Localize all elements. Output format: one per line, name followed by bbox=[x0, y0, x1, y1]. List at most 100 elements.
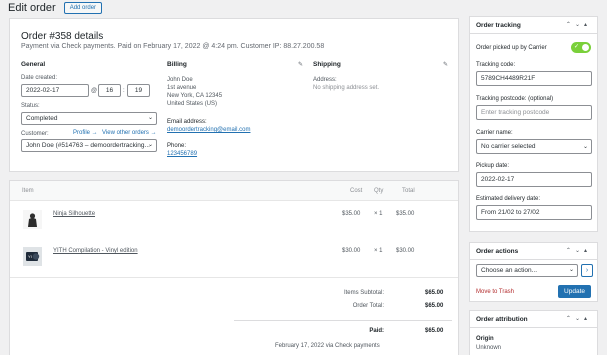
panel-controls[interactable]: ⌃⌄▴ bbox=[566, 247, 591, 254]
subtotal-label: Items Subtotal: bbox=[343, 290, 384, 296]
carrier-value: No carrier selected bbox=[481, 143, 536, 150]
chevron-up-icon[interactable]: ⌃ bbox=[566, 248, 575, 254]
product-thumbnail: YI bbox=[23, 247, 42, 266]
check-icon: ✓ bbox=[574, 44, 580, 50]
chevron-down-icon[interactable]: ⌄ bbox=[575, 316, 584, 322]
tracking-code-input[interactable]: 5789CH4489R21F bbox=[476, 71, 592, 86]
picked-up-label: Order picked up by Carrier bbox=[476, 45, 547, 51]
panel-controls[interactable]: ⌃⌄▴ bbox=[566, 21, 591, 28]
order-title: Order #358 details bbox=[21, 31, 104, 42]
panel-title: Order actions bbox=[476, 247, 519, 255]
chevron-down-icon: ⌄ bbox=[568, 267, 574, 273]
totals-divider bbox=[234, 320, 452, 321]
profile-link[interactable]: Profile → bbox=[73, 130, 98, 136]
delivery-date-input[interactable]: From 21/02 to 27/02 bbox=[476, 205, 592, 220]
status-select[interactable]: Completed ⌄ bbox=[21, 112, 157, 125]
date-created-label: Date created: bbox=[21, 75, 58, 81]
customer-value: John Doe (#514763 – demoordertracking... bbox=[26, 142, 150, 149]
caret-up-icon[interactable]: ▴ bbox=[584, 22, 591, 28]
carrier-select[interactable]: No carrier selected ⌄ bbox=[476, 139, 592, 154]
general-heading: General bbox=[21, 61, 46, 68]
col-total: Total bbox=[402, 188, 415, 194]
update-button[interactable]: Update bbox=[558, 285, 591, 298]
paid-note: February 17, 2022 via Check payments bbox=[275, 343, 380, 349]
shipping-address-label: Address: bbox=[313, 77, 337, 83]
order-actions-panel: Order actions ⌃⌄▴ Choose an action... ⌄ … bbox=[469, 242, 598, 302]
minute-value: 19 bbox=[134, 87, 143, 94]
order-attribution-header: Order attribution ⌃⌄▴ bbox=[470, 311, 597, 328]
chevron-down-icon[interactable]: ⌄ bbox=[575, 248, 584, 254]
chevron-up-icon[interactable]: ⌃ bbox=[566, 316, 575, 322]
page-title: Edit order bbox=[8, 2, 56, 14]
caret-up-icon[interactable]: ▴ bbox=[584, 248, 591, 254]
date-created-field[interactable]: 2022-02-17 bbox=[21, 84, 89, 97]
col-cost: Cost bbox=[350, 188, 363, 194]
edit-billing-pencil-icon[interactable]: ✎ bbox=[298, 61, 303, 68]
paid-value: $65.00 bbox=[425, 328, 444, 334]
add-order-button[interactable]: Add order bbox=[63, 2, 103, 14]
chevron-right-icon: › bbox=[585, 267, 589, 274]
order-subtitle: Payment via Check payments. Paid on Febr… bbox=[21, 43, 325, 50]
order-action-value: Choose an action... bbox=[481, 267, 538, 274]
hour-field[interactable]: 16 bbox=[98, 84, 121, 97]
edit-shipping-pencil-icon[interactable]: ✎ bbox=[443, 61, 448, 68]
paid-label: Paid: bbox=[369, 328, 384, 334]
date-created-value: 2022-02-17 bbox=[26, 87, 60, 94]
order-items-panel: Item Cost Qty Total Ninja Silhouette $35… bbox=[9, 180, 459, 355]
tracking-postcode-input[interactable]: Enter tracking postcode bbox=[476, 105, 592, 120]
order-tracking-panel: Order tracking ⌃⌄▴ Order picked up by Ca… bbox=[469, 16, 598, 232]
billing-address-line: New York, CA 12345 bbox=[167, 93, 223, 99]
billing-heading: Billing bbox=[167, 61, 187, 68]
item-qty: × 1 bbox=[374, 211, 383, 217]
picked-up-toggle[interactable]: ✓ bbox=[571, 42, 591, 53]
time-colon: : bbox=[123, 88, 125, 94]
pickup-date-input[interactable]: 2022-02-17 bbox=[476, 172, 592, 187]
customer-select[interactable]: John Doe (#514763 – demoordertracking...… bbox=[21, 139, 157, 152]
svg-text:YI: YI bbox=[28, 254, 32, 259]
items-divider bbox=[10, 277, 458, 278]
tracking-code-label: Tracking code: bbox=[476, 62, 516, 68]
panel-title: Order attribution bbox=[476, 315, 528, 323]
phone-label: Phone: bbox=[167, 143, 187, 149]
tracking-postcode-label: Tracking postcode: (optional) bbox=[476, 96, 554, 102]
order-action-select[interactable]: Choose an action... ⌄ bbox=[476, 264, 578, 277]
apply-action-button[interactable]: › bbox=[581, 264, 593, 277]
order-tracking-header: Order tracking ⌃⌄▴ bbox=[470, 17, 597, 34]
status-label: Status: bbox=[21, 103, 40, 109]
order-actions-header: Order actions ⌃⌄▴ bbox=[470, 243, 597, 260]
billing-address-line: John Doe bbox=[167, 77, 193, 83]
origin-label: Origin bbox=[476, 336, 494, 342]
subtotal-value: $65.00 bbox=[425, 290, 444, 296]
move-to-trash-link[interactable]: Move to Trash bbox=[476, 289, 514, 295]
chevron-down-icon: ⌄ bbox=[147, 142, 153, 148]
panel-title: Order tracking bbox=[476, 21, 521, 29]
item-total: $30.00 bbox=[396, 248, 415, 254]
chevron-down-icon: ⌄ bbox=[582, 144, 588, 150]
order-total-label: Order Total: bbox=[352, 303, 384, 309]
email-link[interactable]: demoordertracking@email.com bbox=[167, 127, 250, 133]
panel-controls[interactable]: ⌃⌄▴ bbox=[566, 315, 591, 322]
email-label: Email address: bbox=[167, 119, 207, 125]
order-total-value: $65.00 bbox=[425, 303, 444, 309]
minute-field[interactable]: 19 bbox=[127, 84, 150, 97]
pickup-date-label: Pickup date: bbox=[476, 163, 510, 169]
product-thumbnail bbox=[23, 210, 42, 229]
billing-address-line: 1st avenue bbox=[167, 85, 197, 91]
shipping-address-value: No shipping address set. bbox=[313, 85, 380, 91]
page-header: Edit order Add order bbox=[8, 0, 103, 16]
customer-label: Customer: bbox=[21, 131, 49, 137]
billing-address-line: United States (US) bbox=[167, 101, 218, 107]
chevron-down-icon[interactable]: ⌄ bbox=[575, 22, 584, 28]
chevron-up-icon[interactable]: ⌃ bbox=[566, 22, 575, 28]
phone-link[interactable]: 123456789 bbox=[167, 151, 197, 157]
item-qty: × 1 bbox=[374, 248, 383, 254]
items-table-header: Item Cost Qty Total bbox=[10, 181, 458, 201]
item-name-link[interactable]: Ninja Silhouette bbox=[53, 211, 95, 217]
chevron-down-icon: ⌄ bbox=[147, 115, 153, 121]
col-qty: Qty bbox=[374, 188, 384, 194]
view-other-orders-link[interactable]: View other orders → bbox=[102, 130, 157, 136]
caret-up-icon[interactable]: ▴ bbox=[584, 316, 591, 322]
item-name-link[interactable]: YITH Compilation - Vinyl edition bbox=[53, 248, 138, 254]
origin-value: Unknown bbox=[476, 345, 502, 351]
status-value: Completed bbox=[26, 115, 58, 122]
